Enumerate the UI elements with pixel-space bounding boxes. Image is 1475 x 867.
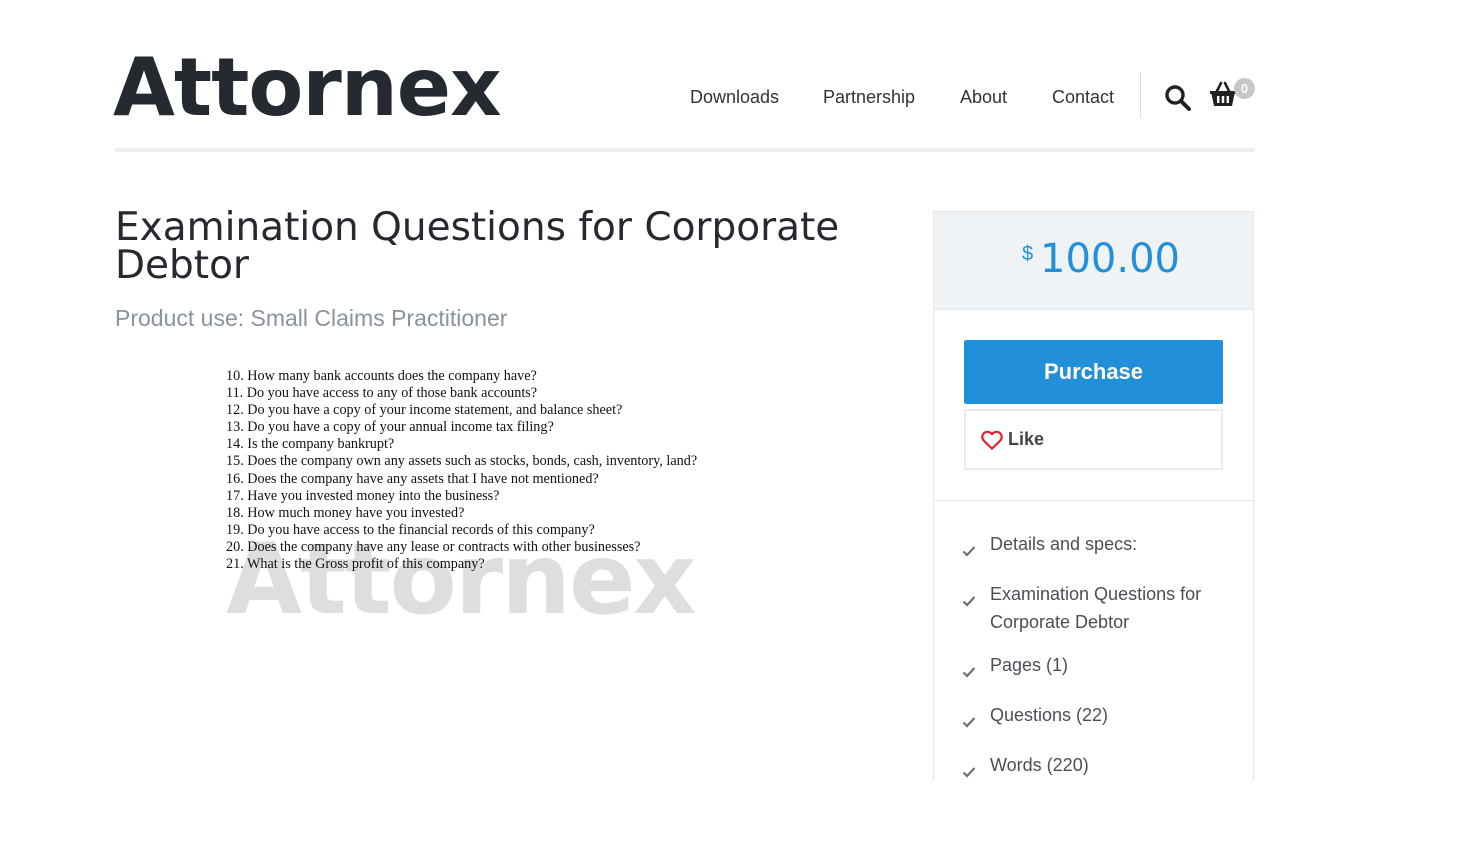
spec-text: Pages (1) — [990, 655, 1069, 675]
page: Attornex Downloads Partnership About Con… — [0, 0, 1475, 867]
spec-item: Pages (1) — [962, 651, 1222, 686]
preview-question: 21. What is the Gross profit of this com… — [226, 556, 485, 573]
preview-question-list: 10. How many bank accounts does the comp… — [226, 368, 697, 573]
cart-count-badge: 0 — [1234, 78, 1255, 99]
sidebar-divider — [934, 500, 1253, 501]
check-icon — [962, 580, 990, 615]
preview-question: 11. Do you have access to any of those b… — [226, 385, 538, 402]
price-box: $ 100.00 — [934, 212, 1253, 310]
nav-divider — [1140, 72, 1141, 118]
nav-contact[interactable]: Contact — [1052, 84, 1114, 110]
site-logo[interactable]: Attornex — [113, 40, 502, 136]
preview-question: 13. Do you have a copy of your annual in… — [226, 419, 554, 436]
preview-question: 20. Does the company have any lease or c… — [226, 538, 641, 555]
product-use: Product use: Small Claims Practitioner — [115, 305, 508, 331]
preview-question: 17. Have you invested money into the bus… — [226, 487, 500, 504]
preview-question: 12. Do you have a copy of your income st… — [226, 402, 623, 419]
like-label: Like — [1008, 429, 1045, 449]
check-icon — [962, 530, 990, 565]
price-currency: $ — [1022, 243, 1034, 265]
header-divider — [115, 148, 1255, 152]
specs-list: Details and specs: Examination Questions… — [962, 530, 1222, 801]
spec-item: Questions (22) — [962, 701, 1222, 736]
nav-partnership[interactable]: Partnership — [823, 84, 915, 110]
spec-text: Details and specs: — [990, 534, 1138, 554]
preview-question: 10. How many bank accounts does the comp… — [226, 368, 537, 384]
heart-icon — [981, 430, 1003, 450]
spec-text: Examination Questions for Corporate Debt… — [990, 584, 1202, 632]
product-title: Examination Questions for Corporate Debt… — [115, 205, 840, 288]
document-preview: Attornex 10. How many bank accounts does… — [226, 368, 786, 638]
price-amount: 100.00 — [1040, 236, 1180, 282]
nav-downloads[interactable]: Downloads — [690, 84, 779, 110]
purchase-sidebar: $ 100.00 Purchase Like Details and specs… — [933, 211, 1254, 780]
preview-question: 19. Do you have access to the financial … — [226, 521, 595, 538]
check-icon — [962, 701, 990, 736]
preview-question: 18. How much money have you invested? — [226, 504, 465, 521]
purchase-button[interactable]: Purchase — [964, 340, 1223, 404]
preview-question: 14. Is the company bankrupt? — [226, 436, 395, 453]
spec-text: Questions (22) — [990, 705, 1109, 725]
check-icon — [962, 651, 990, 686]
check-icon — [962, 751, 990, 786]
preview-question: 16. Does the company have any assets tha… — [226, 470, 599, 487]
search-icon[interactable] — [1164, 84, 1192, 112]
spec-text: Words (220) — [990, 755, 1089, 775]
like-button[interactable]: Like — [964, 409, 1223, 470]
spec-item: Words (220) — [962, 751, 1222, 786]
preview-question: 15. Does the company own any assets such… — [226, 453, 698, 470]
spec-item: Details and specs: — [962, 530, 1222, 565]
nav-about[interactable]: About — [960, 84, 1007, 110]
spec-item: Examination Questions for Corporate Debt… — [962, 580, 1222, 636]
